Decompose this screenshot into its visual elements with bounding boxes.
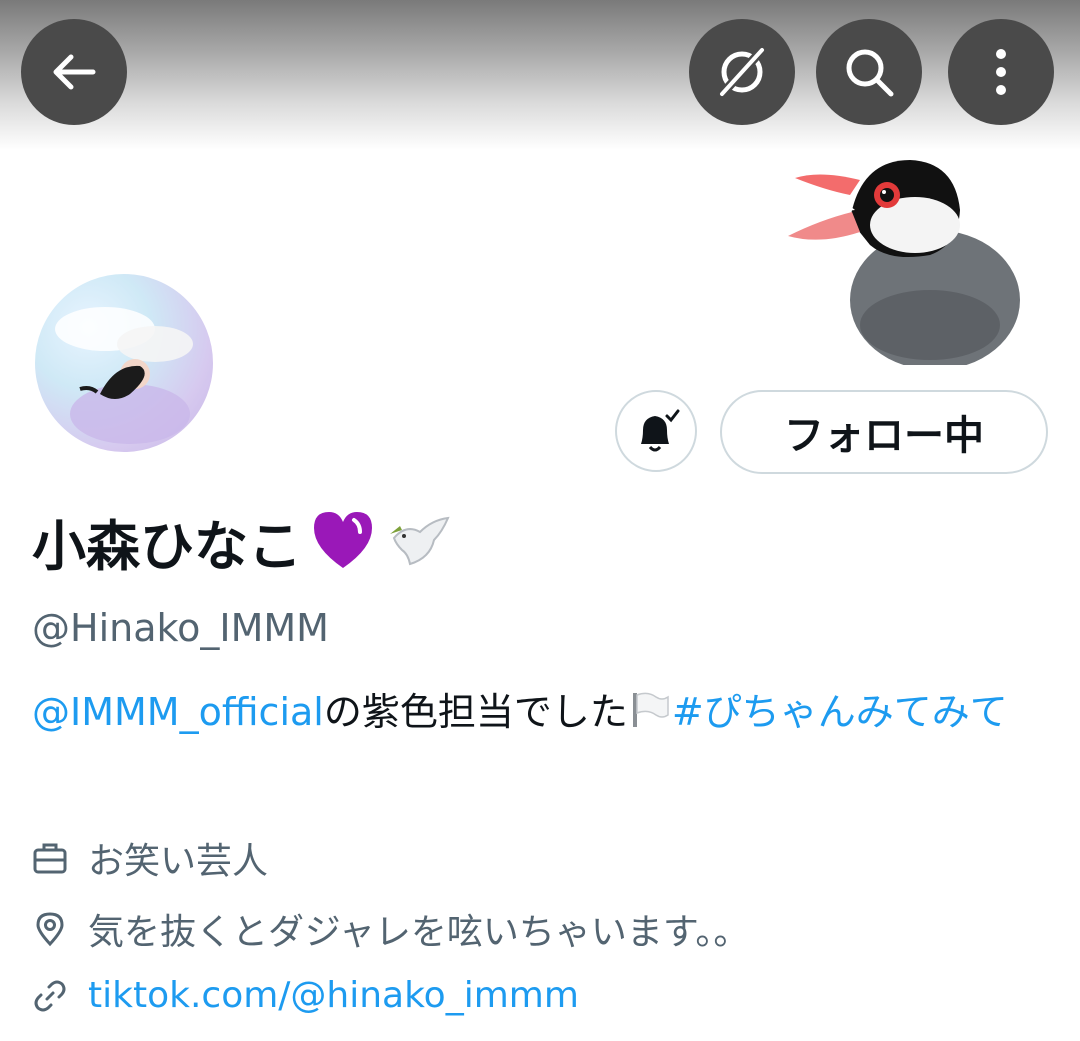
profile-handle: @Hinako_IMMM [32,606,329,650]
profile-job: お笑い芸人 [32,832,268,884]
more-options-button[interactable] [948,19,1054,125]
white-flag-emoji [632,692,669,727]
translate-button[interactable] [689,19,795,125]
translate-slash-icon [718,46,766,98]
purple-heart-emoji [314,512,372,568]
link-icon [34,980,66,1011]
display-name-row: 小森ひなこ [32,505,452,578]
following-button[interactable]: フォロー中 [720,390,1048,474]
bio-hashtag-link[interactable]: #ぴちゃんみてみて [672,690,1008,734]
avatar-photo-image [55,307,193,444]
profile-location: 気を抜くとダジャレを呟いちゃいます。。 [32,903,749,955]
location-pin-icon [36,912,64,947]
bio-mention-link[interactable]: @IMMM_official [32,690,324,734]
search-icon [846,49,894,97]
notifications-button[interactable] [615,390,697,472]
briefcase-icon [33,843,67,874]
search-button[interactable] [816,19,922,125]
job-text: お笑い芸人 [88,841,269,882]
more-vertical-icon [996,49,1006,95]
arrow-left-icon [53,54,96,90]
profile-bio: @IMMM_officialの紫色担当でした #ぴちゃんみてみて [32,684,1032,740]
bird-sticker-image [788,160,1020,365]
display-name: 小森ひなこ [32,514,302,578]
url-link[interactable]: tiktok.com/@hinako_immm [88,975,579,1016]
back-button[interactable] [21,19,127,125]
notification-bell-check-icon [641,409,680,452]
location-text: 気を抜くとダジャレを呟いちゃいます。。 [88,912,750,953]
profile-url[interactable]: tiktok.com/@hinako_immm [32,975,579,1016]
profile-avatar[interactable] [32,271,216,455]
dove-emoji [390,516,450,566]
bio-text: の紫色担当でした [323,690,628,734]
